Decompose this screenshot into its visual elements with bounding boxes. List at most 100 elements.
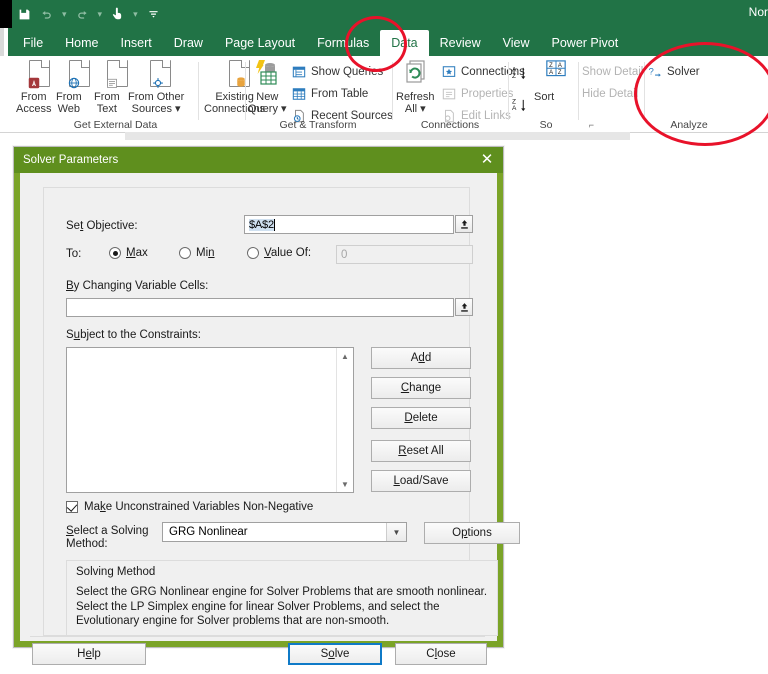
change-button-label: Change <box>401 382 441 394</box>
tab-view[interactable]: View <box>492 30 541 56</box>
new-query-dropdown-icon[interactable]: ▾ <box>278 103 287 115</box>
redo-dropdown-icon[interactable]: ▾ <box>98 9 103 20</box>
touch-mode-dropdown-icon[interactable]: ▾ <box>133 9 138 20</box>
properties-icon <box>442 87 457 102</box>
sort-ascending-button[interactable]: AZ <box>512 62 527 82</box>
window-left-edge-shadow <box>0 28 4 56</box>
other-sources-document-icon <box>147 60 173 90</box>
changing-cells-label: By Changing Variable Cells: <box>66 280 208 292</box>
set-objective-input[interactable]: $A$2 <box>244 215 454 234</box>
svg-text:Z: Z <box>558 70 562 76</box>
tab-page-layout[interactable]: Page Layout <box>214 30 306 56</box>
parameters-panel: Set Objective: $A$2 To: Max Min Value Of… <box>43 187 470 636</box>
properties-button: Properties <box>442 84 513 104</box>
solver-icon: ? <box>648 65 663 80</box>
radio-min-label: Min <box>196 247 215 259</box>
excel-window: ▾ ▾ ▾ Nor File Home Insert Draw Page Lay… <box>0 0 768 140</box>
changing-cells-input[interactable] <box>66 298 454 317</box>
redo-icon[interactable] <box>76 7 89 22</box>
svg-text:A: A <box>512 105 517 112</box>
sort-button[interactable]: ZAAZ Sort <box>534 60 578 90</box>
new-query-icon <box>255 60 281 90</box>
svg-text:A: A <box>549 70 553 76</box>
non-negative-check-icon <box>66 501 78 513</box>
load-save-button[interactable]: Load/Save <box>371 470 471 492</box>
non-negative-checkbox[interactable]: Make Unconstrained Variables Non-Negativ… <box>66 501 313 513</box>
load-save-button-label: Load/Save <box>393 475 448 487</box>
show-queries-label: Show Queries <box>311 66 383 78</box>
tab-formulas[interactable]: Formulas <box>306 30 380 56</box>
tab-draw[interactable]: Draw <box>163 30 214 56</box>
radio-max[interactable]: Max <box>109 247 148 259</box>
show-detail-label: Show Detail <box>582 66 643 78</box>
refresh-all-button[interactable]: RefreshAll ▾ <box>396 60 440 90</box>
sort-descending-button[interactable]: ZA <box>512 94 527 114</box>
radio-min-dot <box>179 247 191 259</box>
chevron-down-icon[interactable]: ▼ <box>386 523 406 541</box>
constraints-scrollbar[interactable]: ▲ ▼ <box>336 348 353 492</box>
from-text-label-2: Text <box>97 103 117 115</box>
from-web-label-2: Web <box>58 103 80 115</box>
new-query-button[interactable]: NewQuery ▾ <box>248 60 288 90</box>
dialog-title-bar[interactable]: Solver Parameters ✕ <box>14 147 503 173</box>
undo-icon[interactable] <box>40 7 53 22</box>
solver-button[interactable]: ? Solver <box>648 62 700 82</box>
new-query-label-1: New <box>256 91 278 103</box>
tab-file[interactable]: File <box>12 30 54 56</box>
solver-label: Solver <box>667 66 700 78</box>
window-title-text: Nor <box>749 5 768 19</box>
close-button[interactable]: Close <box>395 643 487 665</box>
reset-all-button[interactable]: Reset All <box>371 440 471 462</box>
refresh-all-dropdown-icon[interactable]: ▾ <box>417 103 426 115</box>
ribbon-group-sort-and-filter: AZ ZA ZAAZ Sort So ⌐ <box>512 56 580 132</box>
save-icon[interactable] <box>18 8 31 21</box>
tab-insert[interactable]: Insert <box>110 30 163 56</box>
dialog-body: Set Objective: $A$2 To: Max Min Value Of… <box>20 173 497 641</box>
constraints-listbox[interactable]: ▲ ▼ <box>66 347 354 493</box>
options-button-label: Options <box>452 527 492 539</box>
from-access-label-2: Access <box>16 103 51 115</box>
web-document-icon <box>66 60 92 90</box>
radio-value-of[interactable]: Value Of: <box>247 247 311 259</box>
properties-label: Properties <box>461 88 513 100</box>
radio-min[interactable]: Min <box>179 247 215 259</box>
show-queries-button[interactable]: Show Queries <box>292 62 383 82</box>
changing-cells-range-picker-button[interactable] <box>455 298 473 316</box>
chevron-down-icon[interactable]: ▼ <box>337 476 353 492</box>
solving-method-select[interactable]: GRG Nonlinear ▼ <box>162 522 407 542</box>
delete-button[interactable]: Delete <box>371 407 471 429</box>
chevron-up-icon[interactable]: ▲ <box>337 348 353 364</box>
tab-home[interactable]: Home <box>54 30 109 56</box>
tab-review[interactable]: Review <box>429 30 492 56</box>
solver-parameters-dialog: Solver Parameters ✕ Set Objective: $A$2 … <box>13 146 504 648</box>
tab-power-pivot[interactable]: Power Pivot <box>541 30 630 56</box>
help-button[interactable]: Help <box>32 643 146 665</box>
close-icon[interactable]: ✕ <box>477 150 497 170</box>
sort-dialog-icon: ZAAZ <box>543 60 569 90</box>
ribbon-tabs: File Home Insert Draw Page Layout Formul… <box>12 30 629 56</box>
close-button-label: Close <box>426 648 455 660</box>
window-left-edge <box>0 0 12 28</box>
add-button[interactable]: Add <box>371 347 471 369</box>
radio-value-of-label: Value Of: <box>264 247 311 259</box>
options-button[interactable]: Options <box>424 522 520 544</box>
radio-value-of-dot <box>247 247 259 259</box>
set-objective-range-picker-button[interactable] <box>455 215 473 233</box>
tab-data[interactable]: Data <box>380 30 428 56</box>
from-other-sources-button[interactable]: From OtherSources ▾ <box>128 60 192 90</box>
add-button-label: Add <box>411 352 431 364</box>
svg-text:Z: Z <box>512 73 516 80</box>
solve-button[interactable]: Solve <box>288 643 382 665</box>
undo-dropdown-icon[interactable]: ▾ <box>62 9 67 20</box>
customize-qat-icon[interactable] <box>147 7 160 22</box>
from-other-sources-dropdown-icon[interactable]: ▾ <box>172 103 181 115</box>
touch-mode-icon[interactable] <box>111 7 124 22</box>
ribbon-group-label-analyze: Analyze <box>634 119 744 131</box>
value-of-input[interactable]: 0 <box>336 245 473 264</box>
text-document-icon <box>104 60 130 90</box>
help-button-label: Help <box>77 648 101 660</box>
from-table-button[interactable]: From Table <box>292 84 368 104</box>
change-button[interactable]: Change <box>371 377 471 399</box>
from-table-icon <box>292 87 307 102</box>
ribbon-group-connections: RefreshAll ▾ Connections Properties <box>396 56 504 132</box>
